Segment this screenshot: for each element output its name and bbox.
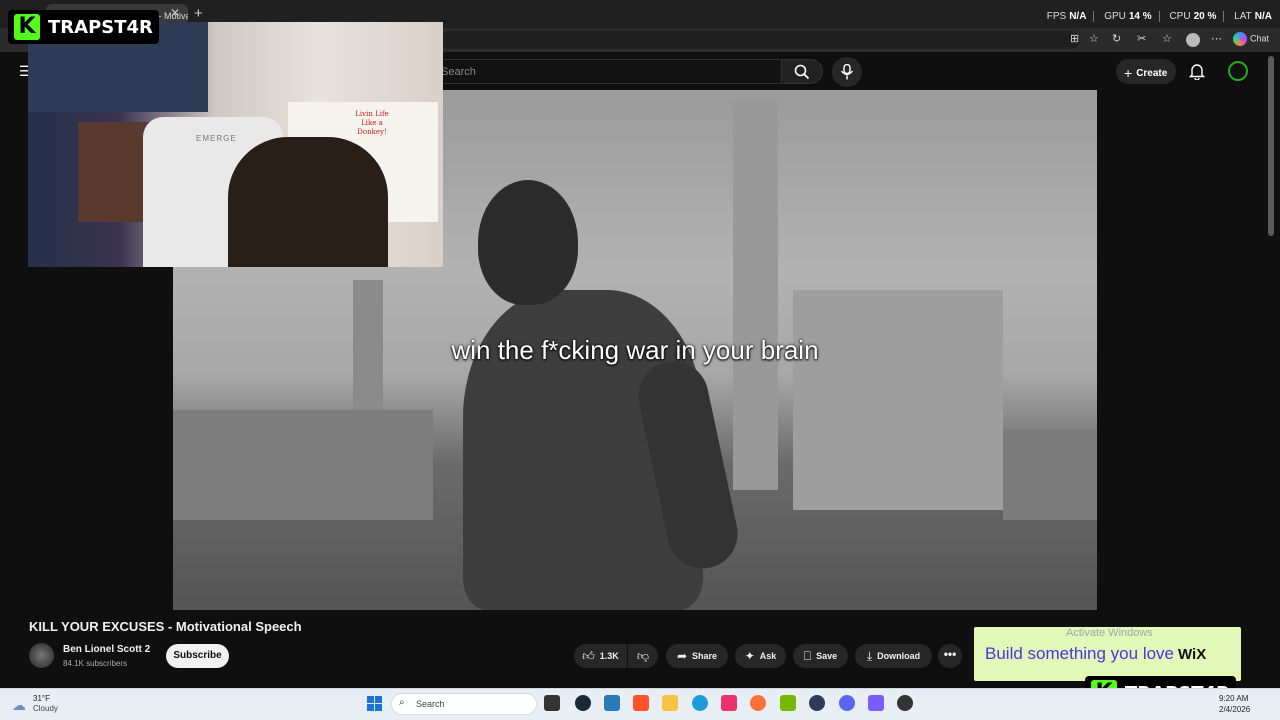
edge-icon[interactable] xyxy=(692,695,708,711)
discord-icon[interactable] xyxy=(839,695,855,711)
obs-icon[interactable] xyxy=(897,695,913,711)
lat-label: LAT xyxy=(1234,11,1252,23)
windows-start-icon[interactable] xyxy=(367,696,383,712)
favorite-star-icon[interactable]: ☆ xyxy=(1089,32,1099,45)
ad-text: Build something you love WiX xyxy=(985,644,1206,664)
background-building xyxy=(1003,430,1097,520)
kick-badge-top: K TRAPST4R xyxy=(8,10,159,44)
more-menu-icon[interactable]: ⋯ xyxy=(1211,32,1222,45)
address-bar[interactable] xyxy=(440,31,1080,49)
copilot-chat-button[interactable]: Chat xyxy=(1233,32,1269,46)
background-building xyxy=(793,290,1003,510)
task-view-icon[interactable] xyxy=(544,695,560,711)
brave-icon[interactable] xyxy=(633,695,649,711)
gpu-value: 14 % xyxy=(1128,11,1152,23)
share-icon: ➦ xyxy=(676,649,688,663)
steam-icon[interactable] xyxy=(575,695,591,711)
copilot-icon xyxy=(1233,32,1247,46)
file-explorer-icon[interactable] xyxy=(662,695,678,711)
create-button[interactable]: + Create xyxy=(1116,59,1176,84)
channel-name[interactable]: Ben Lionel Scott 2 xyxy=(63,644,150,655)
like-button[interactable]: 👍︎ 1.3K xyxy=(574,644,627,668)
bookmark-icon: ⎕ xyxy=(803,648,812,663)
app-grid-icon[interactable]: ⊞ xyxy=(1070,32,1079,45)
background-building xyxy=(173,410,433,520)
search-placeholder: Search xyxy=(441,66,476,78)
thumbs-up-icon: 👍︎ xyxy=(582,648,595,663)
gpu-label: GPU xyxy=(1104,11,1126,23)
channel-avatar[interactable] xyxy=(29,643,54,668)
activate-windows-watermark: Activate Windows xyxy=(1066,627,1153,639)
kick-logo-icon: K xyxy=(14,14,40,40)
more-actions-button[interactable]: ••• xyxy=(938,644,962,668)
new-tab-icon[interactable]: + xyxy=(194,5,203,22)
ask-button[interactable]: ✦ Ask xyxy=(735,644,786,668)
microphone-icon xyxy=(840,64,854,80)
search-input[interactable]: Search xyxy=(430,59,781,84)
notepad-icon[interactable] xyxy=(604,695,620,711)
firefox-icon[interactable] xyxy=(750,695,766,711)
ask-label: Ask xyxy=(759,651,777,661)
subscribe-button[interactable]: Subscribe xyxy=(166,644,229,668)
cloud-icon[interactable]: ☁ xyxy=(12,697,26,714)
search-button[interactable] xyxy=(781,59,823,84)
refresh-icon[interactable]: ↻ xyxy=(1112,32,1121,45)
runner-head xyxy=(478,180,578,305)
taskbar-search-label: Search xyxy=(416,699,445,709)
notifications-bell-icon[interactable] xyxy=(1189,62,1205,80)
lat-value: N/A xyxy=(1254,11,1272,23)
share-label: Share xyxy=(692,651,718,661)
taskbar-search[interactable]: Search xyxy=(391,693,537,715)
app-grid-icon[interactable] xyxy=(868,695,884,711)
background-tower xyxy=(733,100,778,490)
save-button[interactable]: ⎕ Save xyxy=(793,644,848,668)
video-title: KILL YOUR EXCUSES - Motivational Speech xyxy=(29,619,302,634)
download-label: Download xyxy=(877,651,921,661)
download-button[interactable]: ⤓ Download xyxy=(855,644,932,668)
perf-overlay: FPS N/A GPU 14 % CPU 20 % LAT N/A xyxy=(1047,11,1272,22)
nvidia-icon[interactable] xyxy=(780,695,796,711)
plus-icon: + xyxy=(1124,65,1133,81)
clock-date[interactable]: 2/4/2026 xyxy=(1219,705,1250,714)
app-icon[interactable] xyxy=(809,695,825,711)
favorites-icon[interactable]: ☆ xyxy=(1162,32,1172,45)
ad-headline: Build something you love xyxy=(985,644,1175,663)
clock-time[interactable]: 9:20 AM xyxy=(1219,694,1248,703)
search-icon: ⌕ xyxy=(399,697,405,708)
weather-temperature[interactable]: 31°F xyxy=(33,694,50,703)
thumbs-down-icon: 👎︎ xyxy=(636,648,650,663)
download-icon: ⤓ xyxy=(866,648,873,663)
chair-brand: EMERGE xyxy=(196,134,237,143)
search-icon xyxy=(794,64,810,80)
ad-brand: WiX xyxy=(1178,646,1207,663)
kick-username: TRAPST4R xyxy=(48,16,153,38)
save-label: Save xyxy=(816,651,838,661)
poster-text: Livin Life Like a Donkey! xyxy=(355,110,389,136)
dislike-button[interactable]: 👎︎ xyxy=(628,644,658,668)
like-count: 1.3K xyxy=(599,651,619,661)
create-label: Create xyxy=(1136,68,1168,79)
webcam-overlay: Livin Life Like a Donkey! EMERGE xyxy=(28,22,443,267)
fps-label: FPS xyxy=(1046,11,1067,23)
capcut-icon[interactable] xyxy=(721,695,737,711)
cpu-label: CPU xyxy=(1169,11,1191,23)
chat-label: Chat xyxy=(1250,33,1270,44)
voice-search-button[interactable] xyxy=(832,57,862,87)
sparkle-icon: ✦ xyxy=(744,649,755,663)
video-subtitle: win the f*cking war in your brain xyxy=(451,335,819,365)
page-scrollbar[interactable] xyxy=(1268,56,1274,236)
share-button[interactable]: ➦ Share xyxy=(666,644,728,668)
account-avatar[interactable] xyxy=(1228,61,1248,81)
cpu-value: 20 % xyxy=(1193,11,1217,23)
subscriber-count: 84.1K subscribers xyxy=(63,659,128,668)
extensions-icon[interactable]: ✂ xyxy=(1137,32,1146,45)
close-tab-icon[interactable]: ✕ xyxy=(170,6,180,20)
weather-description[interactable]: Cloudy xyxy=(33,704,58,713)
profile-avatar[interactable] xyxy=(1186,33,1200,47)
fps-value: N/A xyxy=(1069,11,1087,23)
streamer xyxy=(228,137,388,267)
